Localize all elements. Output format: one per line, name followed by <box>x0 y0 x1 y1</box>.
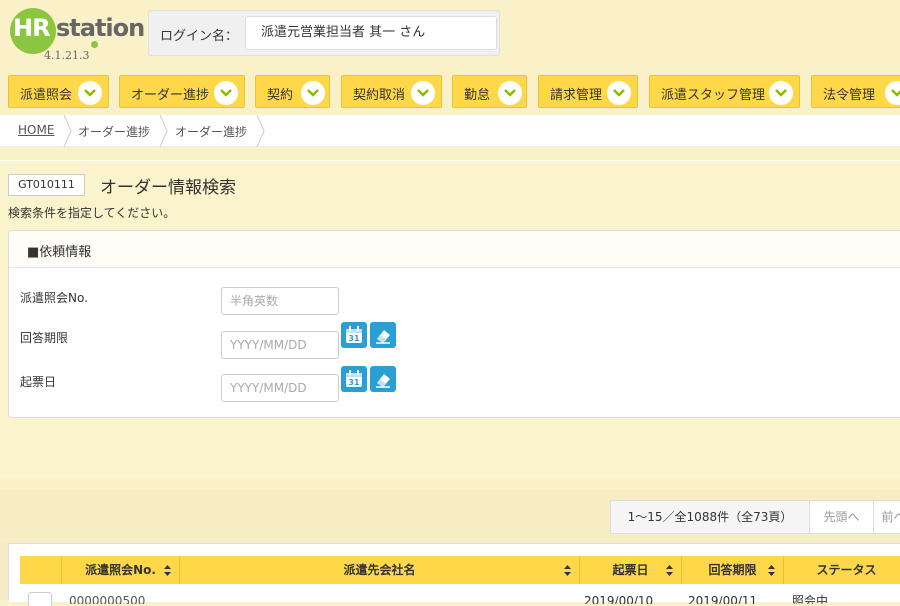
issue-date-label: 起票日 <box>20 375 57 389</box>
chevron-down-icon <box>301 81 325 105</box>
column-header-issue-date[interactable]: 起票日 <box>580 556 682 584</box>
sort-icon[interactable] <box>164 565 171 576</box>
result-count: 1〜15／全1088件（全73頁） <box>627 510 793 524</box>
cell-dispatch-no: 0000000500 <box>69 594 146 604</box>
sort-icon[interactable] <box>564 565 571 576</box>
search-instruction: 検索条件を指定してください。 <box>8 206 176 220</box>
issue-date-input[interactable]: YYYY/MM/DD <box>221 374 339 402</box>
calendar-icon[interactable]: 31 <box>341 366 367 392</box>
page-title: オーダー情報検索 <box>100 178 236 198</box>
breadcrumb-separator-icon <box>159 115 168 147</box>
nav-item-attendance[interactable]: 勤怠 <box>452 75 527 108</box>
login-user-name: 派遣元営業担当者 其一 さん <box>245 16 497 50</box>
table-row[interactable]: 0000000500 ㅤㅤㅤ 2019/00/10 2019/00/11 照会中 <box>9 584 900 606</box>
section-divider <box>0 478 900 490</box>
results-area: 派遣照会No. 派遣先会社名 起票日 回答期限 ステータス 0000000500… <box>0 542 900 606</box>
app-header: HR station 4.1.21.3 ログイン名： 派遣元営業担当者 其一 さ… <box>0 0 900 70</box>
chevron-down-icon <box>214 81 238 105</box>
nav-item-billing[interactable]: 請求管理 <box>538 75 638 108</box>
column-header-label: 派遣照会No. <box>85 563 156 577</box>
nav-label: 勤怠 <box>464 88 491 103</box>
chevron-down-icon <box>769 81 793 105</box>
results-table: 派遣照会No. 派遣先会社名 起票日 回答期限 ステータス 0000000500… <box>8 543 900 606</box>
chevron-down-icon <box>411 81 435 105</box>
chevron-down-icon <box>498 81 522 105</box>
column-header-label: 回答期限 <box>708 563 757 577</box>
nav-label: オーダー進捗 <box>131 88 210 103</box>
login-label: ログイン名： <box>160 29 239 44</box>
pagination: 1〜15／全1088件（全73頁） 先頭へ 前へ <box>610 500 900 534</box>
answer-deadline-label: 回答期限 <box>20 331 69 345</box>
cell-company: ㅤㅤㅤ <box>189 594 223 604</box>
dispatch-no-input[interactable]: 半角英数 <box>221 287 339 315</box>
nav-label: 請求管理 <box>550 88 603 103</box>
request-info-panel: ■依頼情報 派遣照会No. 半角英数 回答期限 YYYY/MM/DD 31 起票… <box>8 230 900 418</box>
panel-title: ■依頼情報 <box>27 245 92 260</box>
column-header-label: ステータス <box>816 563 877 577</box>
calendar-icon[interactable]: 31 <box>341 322 367 348</box>
chevron-down-icon <box>885 81 900 105</box>
chevron-down-icon <box>78 81 102 105</box>
select-column-header <box>20 556 62 584</box>
nav-item-staff-management[interactable]: 派遣スタッフ管理 <box>649 75 800 108</box>
pager-area: 1〜15／全1088件（全73頁） 先頭へ 前へ <box>0 490 900 542</box>
svg-text:31: 31 <box>348 378 360 387</box>
nav-item-order-progress[interactable]: オーダー進捗 <box>119 75 245 108</box>
nav-item-contract-cancel[interactable]: 契約取消 <box>341 75 442 108</box>
column-header-company[interactable]: 派遣先会社名 <box>180 556 580 584</box>
eraser-icon[interactable] <box>370 322 396 348</box>
column-header-status[interactable]: ステータス <box>784 556 900 584</box>
answer-deadline-input[interactable]: YYYY/MM/DD <box>221 331 339 359</box>
chevron-down-icon <box>607 81 631 105</box>
app-version: 4.1.21.3 <box>44 49 90 62</box>
breadcrumb: HOME オーダー進捗 オーダー進捗 <box>0 115 900 147</box>
logo-dot <box>91 41 98 48</box>
nav-label: 派遣照会 <box>20 88 73 103</box>
eraser-icon[interactable] <box>370 366 396 392</box>
breadcrumb-current: オーダー進捗 <box>175 125 248 139</box>
column-header-deadline[interactable]: 回答期限 <box>682 556 784 584</box>
svg-text:31: 31 <box>348 334 360 343</box>
cell-deadline: 2019/00/11 <box>688 594 758 604</box>
nav-label: 契約取消 <box>353 88 406 103</box>
screen-id-badge: GT010111 <box>8 174 85 196</box>
dispatch-no-label: 派遣照会No. <box>20 291 88 305</box>
prev-page-button[interactable]: 前へ <box>873 501 900 533</box>
sort-icon[interactable] <box>666 565 673 576</box>
logo-hr-text: HR <box>13 14 51 42</box>
nav-label: 派遣スタッフ管理 <box>661 88 766 103</box>
breadcrumb-item[interactable]: オーダー進捗 <box>78 123 150 140</box>
nav-label: 契約 <box>267 88 294 103</box>
nav-label: 法令管理 <box>823 88 876 103</box>
nav-item-legal-management[interactable]: 法令管理 <box>811 75 900 108</box>
panel-header: ■依頼情報 <box>9 231 900 268</box>
row-select-checkbox[interactable] <box>28 592 52 606</box>
hrstation-logo[interactable]: HR station 4.1.21.3 <box>10 8 145 64</box>
column-header-dispatch-no[interactable]: 派遣照会No. <box>62 556 180 584</box>
sort-icon[interactable] <box>768 565 775 576</box>
cell-status: 照会中 <box>792 594 829 604</box>
breadcrumb-home-link[interactable]: HOME <box>18 123 54 137</box>
column-header-label: 派遣先会社名 <box>343 563 416 577</box>
nav-item-dispatch-inquiry[interactable]: 派遣照会 <box>8 75 109 108</box>
first-page-button[interactable]: 先頭へ <box>809 501 873 533</box>
cell-issue-date: 2019/00/10 <box>584 594 654 604</box>
breadcrumb-separator-icon <box>256 115 265 147</box>
column-header-label: 起票日 <box>612 563 649 577</box>
login-info: ログイン名： 派遣元営業担当者 其一 さん <box>148 10 500 56</box>
search-content: GT010111 オーダー情報検索 検索条件を指定してください。 ■依頼情報 派… <box>0 160 900 478</box>
logo-station-text: station <box>56 14 145 42</box>
nav-item-contract[interactable]: 契約 <box>255 75 330 108</box>
main-nav: 派遣照会 オーダー進捗 契約 契約取消 勤怠 請求管理 派遣スタッフ管理 法令管… <box>0 70 900 112</box>
breadcrumb-separator-icon <box>63 115 72 147</box>
